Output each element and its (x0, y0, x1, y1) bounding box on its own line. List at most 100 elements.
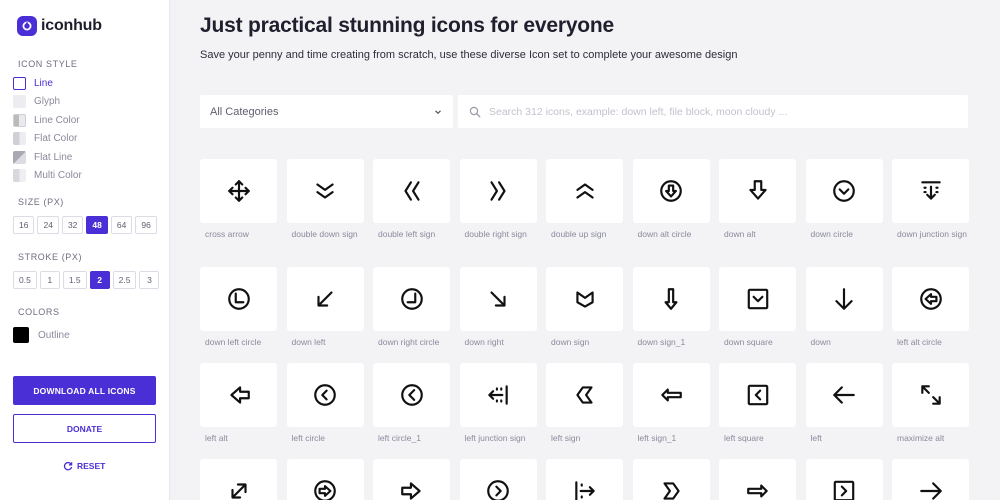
icon-tile[interactable] (892, 267, 969, 331)
icon-card[interactable]: down left (286, 267, 364, 348)
icon-tile[interactable] (546, 363, 623, 427)
stroke-option[interactable]: 2 (89, 271, 110, 289)
double-left-sign-icon (403, 181, 420, 201)
icon-tile[interactable] (719, 363, 796, 427)
icon-tile[interactable] (373, 459, 450, 500)
icon-tile[interactable] (373, 363, 450, 427)
size-option[interactable]: 24 (37, 216, 59, 234)
icon-card[interactable] (546, 459, 623, 500)
icon-tile[interactable] (805, 159, 883, 223)
icon-card[interactable]: down left circle (200, 267, 277, 348)
icon-card[interactable]: down right circle (373, 267, 450, 348)
icon-tile[interactable] (546, 159, 623, 223)
icon-tile[interactable] (459, 159, 537, 223)
icon-tile[interactable] (892, 363, 969, 427)
icon-card[interactable]: cross arrow (200, 159, 277, 240)
icon-tile[interactable] (200, 267, 277, 331)
icon-tile[interactable] (632, 159, 710, 223)
icon-tile[interactable] (459, 459, 537, 500)
icon-card[interactable]: left circle (286, 363, 364, 444)
icon-tile[interactable] (373, 267, 450, 331)
icon-style-flat[interactable]: Flat Color (13, 130, 82, 149)
icon-card[interactable] (632, 459, 710, 500)
icon-card[interactable] (459, 459, 537, 500)
color-swatch[interactable] (13, 327, 29, 343)
icon-tile[interactable] (719, 267, 796, 331)
icon-card[interactable]: left circle_1 (373, 363, 450, 444)
size-option[interactable]: 16 (13, 216, 35, 234)
color-outline-option[interactable]: Outline (13, 327, 70, 343)
icon-card[interactable]: maximize alt (892, 363, 969, 444)
icon-card[interactable]: left sign_1 (632, 363, 710, 444)
icon-card[interactable]: down circle (805, 159, 883, 240)
icon-card[interactable] (719, 459, 796, 500)
icon-tile[interactable] (892, 159, 969, 223)
icon-tile[interactable] (632, 267, 710, 331)
category-select[interactable]: All Categories (200, 95, 453, 128)
size-option[interactable]: 96 (135, 216, 157, 234)
icon-style-flatline[interactable]: Flat Line (13, 148, 82, 167)
icon-tile[interactable] (459, 267, 537, 331)
stroke-option[interactable]: 1 (39, 271, 60, 289)
icon-tile[interactable] (546, 459, 623, 500)
icon-card[interactable]: down (805, 267, 883, 348)
icon-tile[interactable] (373, 159, 450, 223)
icon-card[interactable]: double left sign (373, 159, 450, 240)
icon-tile[interactable] (719, 159, 796, 223)
reset-button[interactable]: RESET (63, 461, 105, 471)
icon-card[interactable]: left junction sign (459, 363, 537, 444)
down-alt-icon (748, 180, 767, 200)
icon-card[interactable]: down alt (719, 159, 796, 240)
icon-card[interactable] (892, 459, 969, 500)
icon-card[interactable] (805, 459, 883, 500)
brand-logo[interactable]: iconhub (17, 16, 102, 36)
download-all-button[interactable]: DOWNLOAD ALL ICONS (13, 376, 156, 405)
icon-tile[interactable] (805, 267, 883, 331)
icon-tile[interactable] (805, 459, 883, 500)
icon-tile[interactable] (546, 267, 623, 331)
icon-card[interactable]: left square (719, 363, 796, 444)
icon-card[interactable]: down square (719, 267, 796, 348)
stroke-option[interactable]: 1.5 (62, 271, 87, 289)
size-option[interactable]: 64 (110, 216, 133, 234)
icon-style-linecolor[interactable]: Line Color (13, 111, 82, 130)
icon-card[interactable]: left sign (546, 363, 623, 444)
icon-card[interactable]: down sign (546, 267, 623, 348)
icon-style-line[interactable]: Line (13, 74, 82, 93)
icon-tile[interactable] (286, 267, 364, 331)
icon-tile[interactable] (200, 363, 277, 427)
stroke-option[interactable]: 3 (139, 271, 160, 289)
icon-tile[interactable] (200, 159, 277, 223)
icon-card[interactable]: left alt circle (892, 267, 969, 348)
icon-tile[interactable] (286, 363, 364, 427)
icon-card[interactable]: double up sign (546, 159, 623, 240)
icon-tile[interactable] (286, 459, 364, 500)
icon-card[interactable]: left (805, 363, 883, 444)
icon-tile[interactable] (286, 159, 364, 223)
icon-tile[interactable] (632, 363, 710, 427)
icon-style-glyph[interactable]: Glyph (13, 93, 82, 112)
size-option[interactable]: 48 (86, 216, 108, 234)
search-input[interactable] (489, 105, 957, 118)
size-option[interactable]: 32 (61, 216, 84, 234)
icon-card[interactable]: down junction sign (892, 159, 969, 240)
icon-tile[interactable] (892, 459, 969, 500)
icon-card[interactable] (200, 459, 277, 500)
icon-tile[interactable] (805, 363, 883, 427)
icon-card[interactable]: double down sign (286, 159, 364, 240)
icon-card[interactable] (373, 459, 450, 500)
icon-card[interactable]: down right (459, 267, 537, 348)
donate-button[interactable]: DONATE (13, 414, 156, 443)
icon-card[interactable] (286, 459, 364, 500)
stroke-option[interactable]: 0.5 (13, 271, 37, 289)
icon-tile[interactable] (719, 459, 796, 500)
stroke-option[interactable]: 2.5 (112, 271, 137, 289)
icon-card[interactable]: down alt circle (632, 159, 710, 240)
icon-card[interactable]: double right sign (459, 159, 537, 240)
icon-tile[interactable] (632, 459, 710, 500)
icon-card[interactable]: down sign_1 (632, 267, 710, 348)
icon-tile[interactable] (200, 459, 277, 500)
icon-card[interactable]: left alt (200, 363, 277, 444)
icon-style-multi[interactable]: Multi Color (13, 167, 82, 186)
icon-tile[interactable] (459, 363, 537, 427)
